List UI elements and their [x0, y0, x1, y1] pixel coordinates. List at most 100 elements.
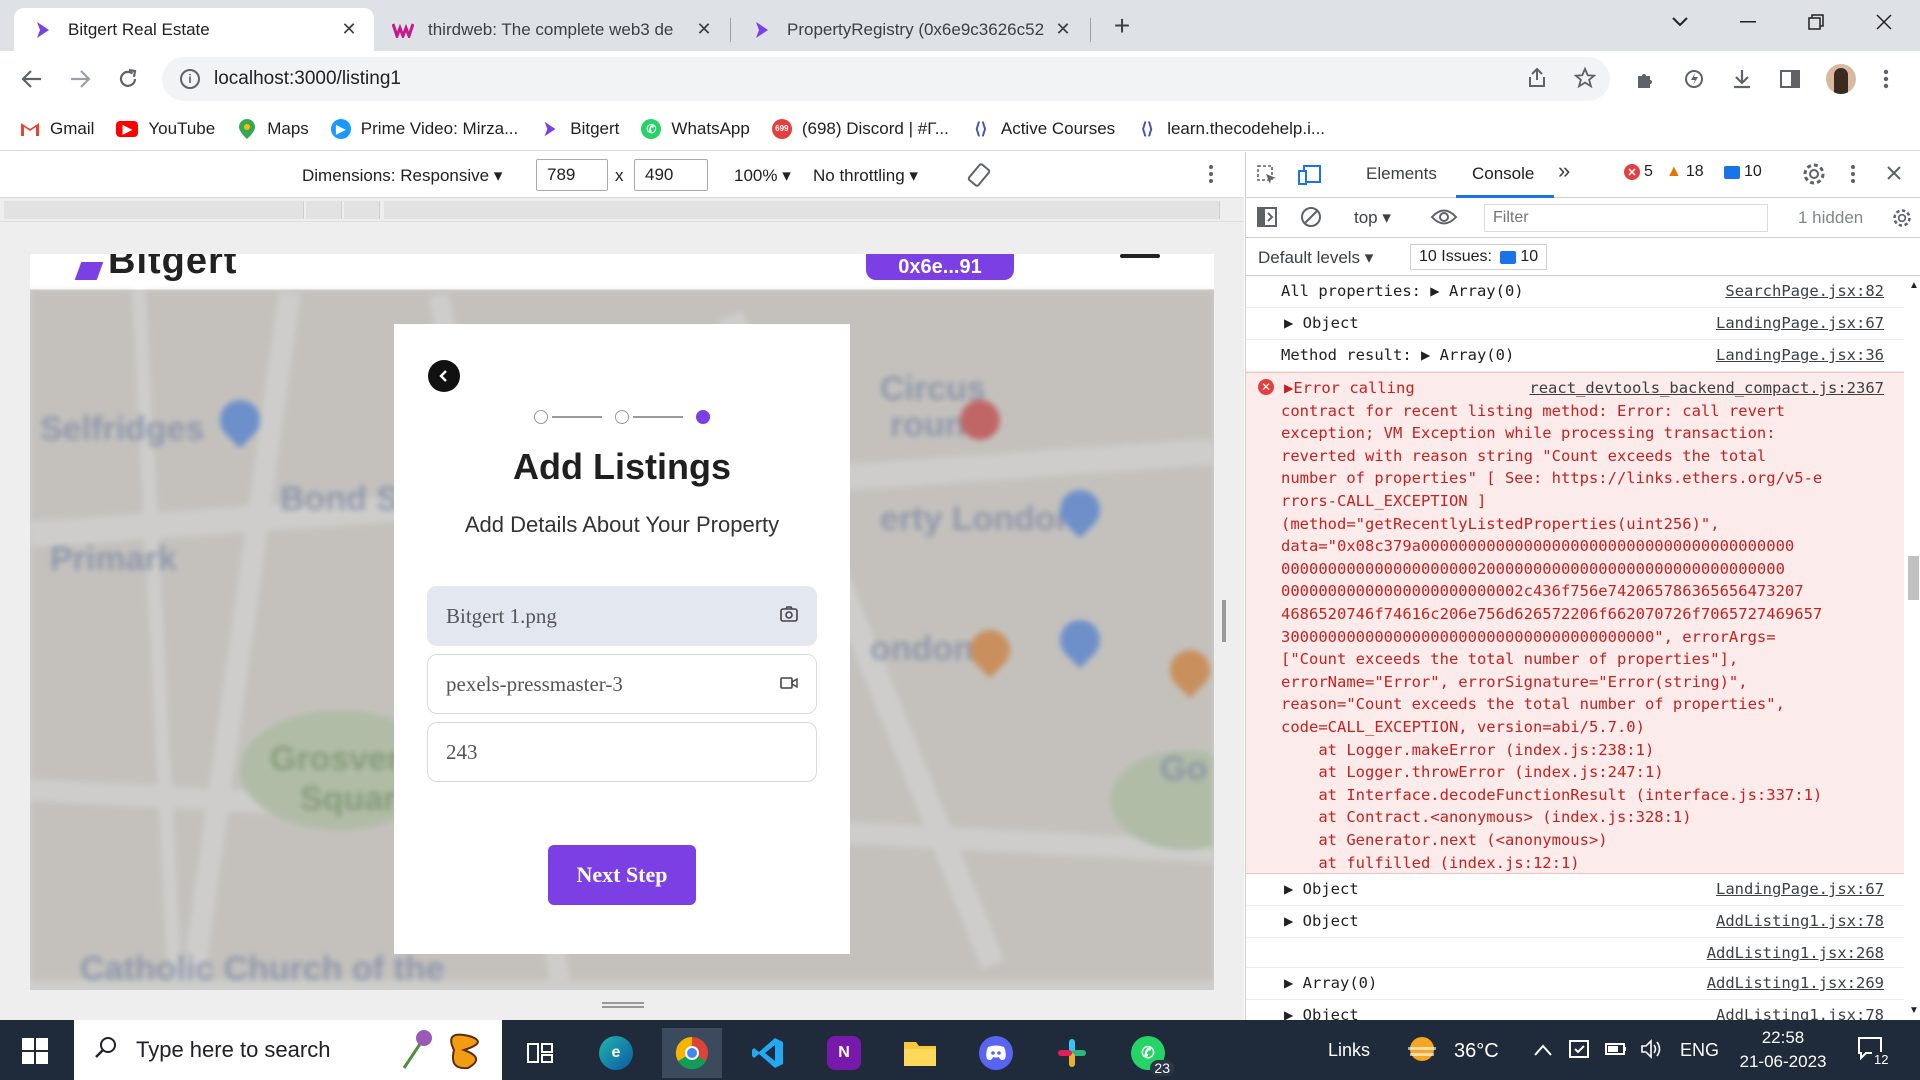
bookmark-whatsapp[interactable]: ✆ WhatsApp	[641, 118, 750, 139]
tab-thirdweb[interactable]: thirdweb: The complete web3 de ✕	[374, 8, 729, 51]
source-link[interactable]: AddListing1.jsx:269	[1707, 974, 1884, 992]
more-menu-icon[interactable]	[1872, 65, 1900, 93]
back-button[interactable]	[428, 360, 460, 392]
close-devtools-icon[interactable]	[1886, 165, 1902, 186]
error-counter[interactable]: ✕ 5	[1624, 163, 1653, 181]
source-link[interactable]: LandingPage.jsx:67	[1716, 880, 1884, 898]
bookmark-prime-video[interactable]: ▶ Prime Video: Mirza...	[330, 118, 518, 139]
message-counter[interactable]: 10	[1724, 163, 1762, 181]
source-link[interactable]: LandingPage.jsx:67	[1716, 314, 1884, 332]
source-link[interactable]: SearchPage.jsx:82	[1725, 282, 1884, 300]
tab-property-registry[interactable]: PropertyRegistry (0x6e9c3626c52 ✕	[733, 8, 1088, 51]
minimize-button[interactable]	[1728, 8, 1768, 36]
zoom-select[interactable]: 100% ▾	[734, 166, 791, 186]
next-step-button[interactable]: Next Step	[548, 845, 696, 905]
taskbar-search[interactable]: Type here to search	[74, 1020, 502, 1080]
extensions-icon[interactable]	[1632, 65, 1660, 93]
file-explorer-icon[interactable]	[890, 1028, 950, 1078]
share-icon[interactable]	[1526, 67, 1548, 95]
context-select[interactable]: top ▾	[1354, 208, 1391, 228]
chrome-icon[interactable]	[662, 1028, 722, 1078]
slack-icon[interactable]	[1042, 1028, 1102, 1078]
bookmark-maps[interactable]: Maps	[237, 118, 309, 139]
source-link[interactable]: AddListing1.jsx:78	[1716, 912, 1884, 930]
issues-button[interactable]: 10 Issues: 10	[1410, 244, 1548, 270]
task-view-icon[interactable]	[510, 1028, 570, 1078]
source-link[interactable]: react_devtools_backend_compact.js:2367	[1529, 379, 1884, 397]
bookmark-youtube[interactable]: ▶ YouTube	[116, 119, 215, 139]
settings-gear-icon[interactable]	[1802, 162, 1826, 191]
scrollbar-thumb[interactable]	[1908, 556, 1919, 600]
sidebar-toggle-icon[interactable]	[1256, 206, 1278, 233]
source-link[interactable]: LandingPage.jsx:36	[1716, 346, 1884, 364]
source-link[interactable]: AddListing1.jsx:268	[1707, 944, 1884, 962]
console-filter-input[interactable]	[1484, 204, 1768, 232]
performance-icon[interactable]	[1680, 65, 1708, 93]
more-tabs-icon[interactable]: »	[1558, 158, 1570, 184]
source-link[interactable]: AddListing1.jsx:78	[1716, 1006, 1884, 1020]
language-indicator[interactable]: ENG	[1680, 1040, 1719, 1061]
bookmark-gmail[interactable]: Gmail	[20, 119, 94, 139]
meet-now-icon[interactable]	[1568, 1038, 1590, 1065]
scroll-up-icon[interactable]: ▲	[1909, 280, 1919, 291]
clock[interactable]: 22:58 21-06-2023	[1734, 1026, 1832, 1074]
wallet-button[interactable]: 0x6e...91	[866, 254, 1014, 280]
viewport-width-resizer[interactable]	[1222, 600, 1226, 642]
console-row[interactable]: ▶ Object LandingPage.jsx:67	[1246, 874, 1904, 906]
temperature[interactable]: 36°C	[1454, 1040, 1499, 1063]
tab-bitgert-real-estate[interactable]: Bitgert Real Estate ✕	[14, 8, 374, 51]
restore-button[interactable]	[1796, 8, 1836, 36]
close-icon[interactable]: ✕	[338, 19, 360, 41]
area-input-field[interactable]: 243	[427, 722, 817, 782]
device-more-icon[interactable]	[1208, 164, 1214, 189]
back-icon[interactable]	[18, 65, 46, 93]
scroll-down-icon[interactable]: ▼	[1909, 1005, 1919, 1016]
devtools-more-icon[interactable]	[1850, 164, 1856, 189]
side-panel-icon[interactable]	[1776, 65, 1804, 93]
vscode-icon[interactable]	[738, 1028, 798, 1078]
download-icon[interactable]	[1728, 65, 1756, 93]
device-toggle-icon[interactable]	[1298, 164, 1322, 191]
rotate-icon[interactable]	[966, 162, 992, 193]
url-text[interactable]: localhost:3000/listing1	[214, 68, 401, 90]
bookmark-bitgert[interactable]: Bitgert	[540, 119, 619, 139]
close-window-button[interactable]	[1864, 8, 1904, 36]
edge-icon[interactable]: e	[586, 1028, 646, 1078]
new-tab-button[interactable]: +	[1108, 12, 1136, 40]
console-error-row[interactable]: ✕ react_devtools_backend_compact.js:2367…	[1246, 372, 1904, 874]
image-upload-field[interactable]: Bitgert 1.png	[427, 586, 817, 646]
tab-elements[interactable]: Elements	[1366, 164, 1437, 184]
console-row[interactable]: All properties: ▶ Array(0) SearchPage.js…	[1246, 276, 1904, 308]
device-height-input[interactable]	[634, 159, 708, 191]
inspect-element-icon[interactable]	[1256, 164, 1278, 191]
console-scrollbar[interactable]: ▲ ▼	[1906, 276, 1920, 1020]
console-settings-gear-icon[interactable]	[1892, 208, 1912, 233]
console-row[interactable]: ▶ Object LandingPage.jsx:67	[1246, 308, 1904, 340]
console-row[interactable]: ▶ Object AddListing1.jsx:78	[1246, 1000, 1904, 1020]
console-row[interactable]: Method result: ▶ Array(0) LandingPage.js…	[1246, 340, 1904, 372]
profile-avatar[interactable]	[1826, 64, 1856, 94]
live-expression-eye-icon[interactable]	[1430, 206, 1458, 233]
tray-overflow-icon[interactable]	[1534, 1040, 1552, 1061]
address-bar[interactable]: i localhost:3000/listing1	[162, 57, 1610, 101]
site-logo[interactable]: Bitgert	[108, 254, 237, 283]
whatsapp-app-icon[interactable]: ✆ 23	[1118, 1028, 1178, 1078]
bookmark-active-courses[interactable]: ⟨⟩ Active Courses	[971, 119, 1116, 139]
windows-start-icon[interactable]	[22, 1038, 48, 1064]
video-upload-field[interactable]: pexels-pressmaster-3	[427, 654, 817, 714]
links-toolbar[interactable]: Links	[1328, 1040, 1370, 1061]
throttling-select[interactable]: No throttling ▾	[813, 166, 918, 186]
volume-icon[interactable]	[1640, 1038, 1664, 1065]
default-levels-select[interactable]: Default levels ▾	[1258, 248, 1373, 268]
tab-console[interactable]: Console	[1472, 164, 1534, 184]
tab-search-icon[interactable]	[1660, 8, 1700, 36]
close-icon[interactable]: ✕	[693, 19, 715, 41]
bookmark-learn-codehelp[interactable]: ⟨⟩ learn.thecodehelp.i...	[1137, 119, 1325, 139]
clear-console-icon[interactable]	[1300, 206, 1322, 233]
hamburger-menu-icon[interactable]	[1120, 254, 1160, 258]
discord-app-icon[interactable]	[966, 1028, 1026, 1078]
console-row[interactable]: ▶ Array(0) AddListing1.jsx:269	[1246, 968, 1904, 1000]
bookmark-discord[interactable]: 699 (698) Discord | #Γ...	[771, 118, 949, 139]
warning-counter[interactable]: ▲ 18	[1666, 163, 1704, 181]
site-info-icon[interactable]: i	[180, 69, 200, 89]
